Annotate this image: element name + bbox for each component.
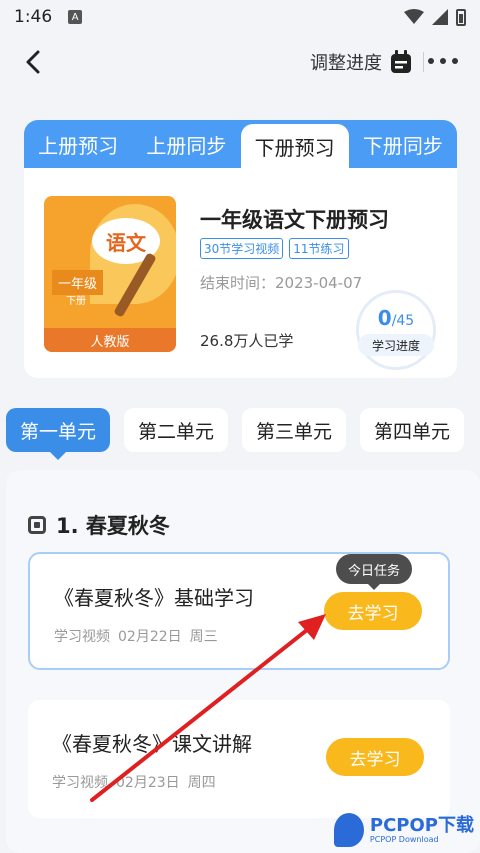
more-dot-icon xyxy=(452,58,458,64)
lesson-item-type: 学习视频 xyxy=(54,629,110,645)
status-icons xyxy=(404,8,466,26)
lesson-title: 1. 春夏秋冬 xyxy=(56,514,170,538)
unit-tab-1[interactable]: 第一单元 xyxy=(6,408,111,460)
lesson-item[interactable]: 《春夏秋冬》课文讲解 学习视频 02月23日 周四 去学习 xyxy=(28,700,450,818)
lesson-item-meta: 学习视频 02月22日 周三 xyxy=(54,626,218,646)
wifi-icon xyxy=(404,9,424,24)
today-task-tooltip: 今日任务 xyxy=(335,554,412,590)
signal-icon xyxy=(432,9,448,25)
cover-volume: 下册 xyxy=(66,296,86,307)
adjust-progress-button[interactable]: 调整进度 xyxy=(310,48,412,76)
progress-label: 学习进度 xyxy=(358,334,434,356)
course-card: 上册预习 上册同步 下册预习 下册同步 语文 一年级 下册 人教版 一年级语文下… xyxy=(24,120,457,378)
lesson-panel: 1. 春夏秋冬 《春夏秋冬》基础学习 学习视频 02月22日 周三 今日任务 去… xyxy=(6,470,480,853)
notification-icon: A xyxy=(68,10,83,24)
unit-tab-4[interactable]: 第四单元 xyxy=(360,408,465,452)
unit-tabs: 第一单元 第二单元 第三单元 第四单元 xyxy=(6,408,465,460)
tab-volume2-preview[interactable]: 下册预习 xyxy=(240,124,349,168)
cover-edition: 人教版 xyxy=(44,328,176,352)
lesson-item-type: 学习视频 xyxy=(52,775,108,791)
tab-volume2-sync[interactable]: 下册同步 xyxy=(349,120,457,168)
pcpop-logo-icon xyxy=(333,813,364,847)
learner-count: 26.8万人已学 xyxy=(200,332,294,350)
lesson-item-title: 《春夏秋冬》课文讲解 xyxy=(52,732,252,756)
watermark-brand: PCPOP下载 xyxy=(369,814,474,836)
progress-done: 0 xyxy=(377,306,392,330)
progress-total: /45 xyxy=(391,313,415,329)
lesson-item-date: 02月23日 xyxy=(116,775,180,791)
lesson-icon xyxy=(28,516,46,534)
lesson-item-meta: 学习视频 02月23日 周四 xyxy=(52,772,216,792)
volume-tabs: 上册预习 上册同步 下册预习 下册同步 xyxy=(24,120,457,168)
course-title: 一年级语文下册预习 xyxy=(200,208,389,232)
calendar-icon xyxy=(391,50,411,73)
status-bar: 1:46 A xyxy=(0,0,480,34)
watermark-text: PCPOP下载 PCPOP Download xyxy=(369,814,474,844)
lesson-item-title: 《春夏秋冬》基础学习 xyxy=(54,586,254,610)
tab-volume1-sync[interactable]: 上册同步 xyxy=(132,120,240,168)
unit-tab-3[interactable]: 第三单元 xyxy=(242,408,347,452)
lesson-item-weekday: 周三 xyxy=(189,629,218,645)
tab-volume1-preview[interactable]: 上册预习 xyxy=(24,120,132,168)
top-bar: 调整进度 xyxy=(0,36,480,88)
video-count-badge: 30节学习视频 xyxy=(200,238,284,259)
lesson-header: 1. 春夏秋冬 xyxy=(28,510,170,540)
lesson-item-date: 02月22日 xyxy=(118,629,182,645)
exercise-count-badge: 11节练习 xyxy=(289,238,349,259)
status-time: 1:46 xyxy=(14,7,53,27)
progress-ring-icon xyxy=(356,290,436,370)
go-study-button[interactable]: 去学习 xyxy=(326,738,424,776)
adjust-progress-label: 调整进度 xyxy=(310,53,382,74)
end-time: 结束时间：2023-04-07 xyxy=(200,274,363,292)
unit-tab-2[interactable]: 第二单元 xyxy=(124,408,229,452)
course-badges: 30节学习视频 11节练习 xyxy=(200,238,349,259)
watermark: PCPOP下载 PCPOP Download xyxy=(333,813,474,847)
more-dot-icon xyxy=(440,58,446,64)
battery-icon xyxy=(456,8,466,26)
go-study-button[interactable]: 去学习 xyxy=(324,592,422,630)
lesson-item-weekday: 周四 xyxy=(187,775,216,791)
course-cover[interactable]: 语文 一年级 下册 人教版 xyxy=(44,196,176,352)
watermark-sub: PCPOP Download xyxy=(369,834,439,844)
back-icon[interactable] xyxy=(20,48,48,76)
divider xyxy=(423,52,424,72)
lesson-item[interactable]: 《春夏秋冬》基础学习 学习视频 02月22日 周三 今日任务 去学习 xyxy=(28,552,450,670)
study-progress[interactable]: 0/45 学习进度 xyxy=(354,290,438,370)
more-dot-icon xyxy=(428,58,434,64)
more-button[interactable] xyxy=(428,56,458,66)
progress-value: 0/45 xyxy=(354,306,438,330)
